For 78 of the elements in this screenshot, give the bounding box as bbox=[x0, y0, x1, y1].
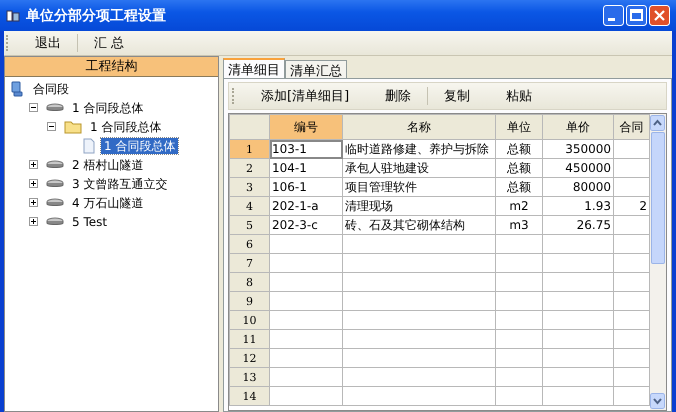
collapse-icon[interactable] bbox=[29, 103, 41, 112]
folder-icon bbox=[64, 120, 82, 134]
table-cell: 清理现场 bbox=[342, 196, 496, 216]
toolbar-button[interactable]: 复制 bbox=[434, 85, 480, 107]
toolbar-button[interactable]: 退出 bbox=[25, 32, 71, 54]
close-button[interactable] bbox=[649, 5, 670, 26]
tree-item[interactable]: 1 合同段总体 bbox=[69, 100, 146, 116]
drive-icon bbox=[46, 198, 64, 208]
tab[interactable]: 清单细目 bbox=[223, 58, 285, 78]
app-icon bbox=[6, 8, 20, 22]
table-cell: 砖、石及其它砌体结构 bbox=[342, 216, 496, 234]
row-header[interactable]: 11 bbox=[230, 330, 270, 348]
row-header[interactable]: 8 bbox=[230, 272, 270, 292]
collapse-icon[interactable] bbox=[47, 122, 59, 131]
table-cell: 承包人驻地建设 bbox=[342, 158, 496, 178]
toolbar-button[interactable]: 汇 总 bbox=[84, 32, 134, 54]
table-cell: 80000 bbox=[542, 178, 614, 196]
expand-icon[interactable] bbox=[29, 160, 41, 169]
drive-icon bbox=[46, 178, 64, 188]
row-header[interactable]: 9 bbox=[230, 292, 270, 310]
row-header[interactable]: 12 bbox=[230, 348, 270, 368]
tree-item[interactable]: 1 合同段总体 bbox=[101, 138, 178, 154]
table-cell: 104-1 bbox=[270, 158, 342, 178]
table-cell: 106-1 bbox=[270, 178, 342, 196]
tree-item[interactable]: 2 梧村山隧道 bbox=[69, 156, 146, 172]
row-header[interactable]: 2 bbox=[230, 158, 270, 178]
computer-icon bbox=[9, 80, 25, 96]
table-cell: 项目管理软件 bbox=[342, 178, 496, 196]
document-icon bbox=[82, 138, 96, 154]
tree-item[interactable]: 5 Test bbox=[69, 214, 110, 230]
table-cell: 202-1-a bbox=[270, 196, 342, 216]
table-cell: 26.75 bbox=[542, 216, 614, 234]
tree-item[interactable]: 1 合同段总体 bbox=[87, 118, 164, 134]
expand-icon[interactable] bbox=[29, 217, 41, 226]
minimize-button[interactable] bbox=[603, 5, 624, 26]
row-header[interactable]: 6 bbox=[230, 234, 270, 254]
tree-item[interactable]: 合同段 bbox=[30, 80, 72, 96]
table-cell: 450000 bbox=[542, 158, 614, 178]
table-cell: 总额 bbox=[496, 140, 542, 158]
table-cell: m3 bbox=[496, 216, 542, 234]
scroll-up-button[interactable] bbox=[650, 115, 665, 131]
row-header[interactable]: 7 bbox=[230, 254, 270, 272]
column-header[interactable]: 名称 bbox=[342, 114, 496, 140]
window-title: 单位分部分项工程设置 bbox=[26, 6, 167, 24]
drive-icon bbox=[46, 102, 64, 112]
scroll-down-button[interactable] bbox=[650, 393, 665, 409]
vertical-scrollbar[interactable] bbox=[650, 114, 666, 410]
toolbar-button[interactable]: 添加[清单细目] bbox=[251, 85, 360, 107]
tab[interactable]: 清单汇总 bbox=[285, 60, 347, 78]
table-cell: 总额 bbox=[496, 158, 542, 178]
drive-icon bbox=[46, 216, 64, 226]
column-header[interactable]: 单价 bbox=[542, 114, 614, 140]
row-header[interactable]: 13 bbox=[230, 368, 270, 386]
drive-icon bbox=[46, 160, 64, 170]
row-header[interactable]: 1 bbox=[230, 140, 270, 158]
tree-item[interactable]: 4 万石山隧道 bbox=[69, 194, 146, 210]
table-cell: 临时道路修建、养护与拆除 bbox=[342, 140, 496, 158]
table-cell: 1.93 bbox=[542, 196, 614, 216]
table-cell: 103-1 bbox=[270, 140, 342, 158]
column-header[interactable]: 合同 bbox=[614, 114, 650, 140]
toolbar-button[interactable]: 粘贴 bbox=[496, 85, 542, 107]
maximize-button[interactable] bbox=[626, 5, 647, 26]
tree-item[interactable]: 3 文曾路互通立交 bbox=[69, 176, 170, 192]
panel-header: 工程结构 bbox=[5, 57, 218, 77]
column-header[interactable]: 单位 bbox=[496, 114, 542, 140]
table-cell: m2 bbox=[496, 196, 542, 216]
expand-icon[interactable] bbox=[29, 179, 41, 188]
table-cell: 350000 bbox=[542, 140, 614, 158]
row-header[interactable]: 10 bbox=[230, 310, 270, 330]
row-header[interactable]: 3 bbox=[230, 178, 270, 196]
column-header[interactable]: 编号 bbox=[270, 114, 342, 140]
row-header[interactable]: 5 bbox=[230, 216, 270, 234]
expand-icon[interactable] bbox=[29, 198, 41, 207]
row-header[interactable]: 4 bbox=[230, 196, 270, 216]
table-cell: 202-3-c bbox=[270, 216, 342, 234]
row-header[interactable]: 14 bbox=[230, 386, 270, 406]
table-cell: 总额 bbox=[496, 178, 542, 196]
toolbar-button[interactable]: 删除 bbox=[375, 85, 422, 107]
